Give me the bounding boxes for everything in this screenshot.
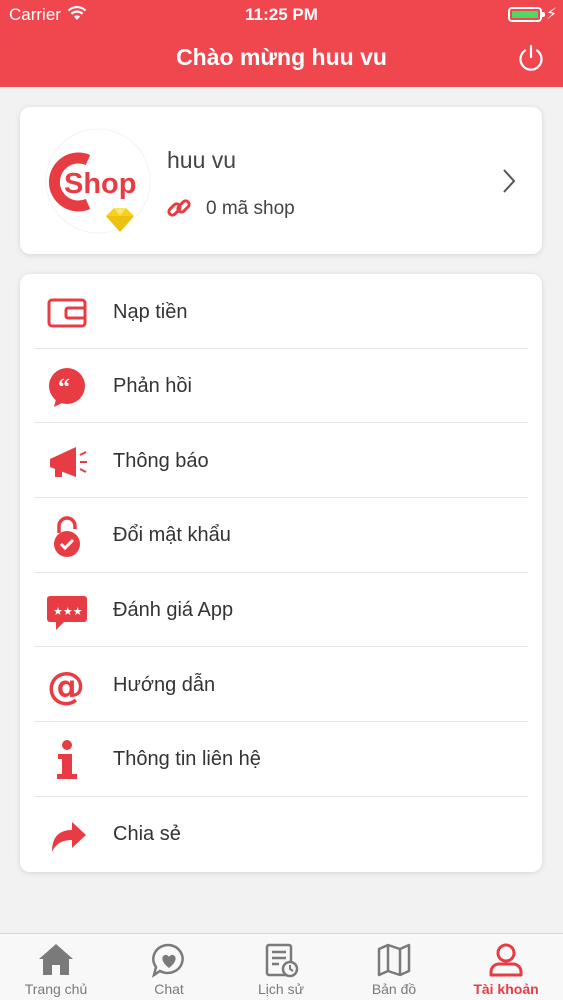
charging-icon: ⚡ xyxy=(546,6,558,23)
shop-count: 0 mã shop xyxy=(206,198,295,219)
menu-item-label: Hướng dẫn xyxy=(113,674,216,696)
home-icon xyxy=(39,944,73,975)
shop-logo: Shop xyxy=(45,128,151,234)
chevron-right-icon[interactable] xyxy=(498,166,518,196)
megaphone-icon xyxy=(50,447,87,477)
menu-item-label: Chia sẻ xyxy=(113,823,181,845)
power-icon[interactable] xyxy=(516,43,546,73)
tab-bar: Trang chủ Chat Lịch sử Bản đồ Tài khoản xyxy=(0,933,563,1000)
tab-label: Tài khoản xyxy=(473,981,539,997)
svg-text:★★★: ★★★ xyxy=(53,605,83,618)
tab-label: Trang chủ xyxy=(24,981,88,997)
profile-name: huu vu xyxy=(167,147,237,173)
tab-label: Chat xyxy=(154,981,184,997)
info-icon xyxy=(57,740,77,779)
tab-tai-khoan[interactable]: Tài khoản xyxy=(450,934,562,1000)
at-icon: @ xyxy=(47,665,85,707)
rating-icon: ★★★ xyxy=(47,596,87,630)
menu-item-label: Thông tin liên hệ xyxy=(113,748,261,770)
menu-item-nap-tien[interactable]: Nạp tiền xyxy=(20,275,542,349)
menu-item-label: Thông báo xyxy=(113,450,209,472)
status-bar: Carrier 11:25 PM ⚡ xyxy=(0,0,563,30)
menu-item-thong-tin-lien-he[interactable]: Thông tin liên hệ xyxy=(20,722,542,796)
map-icon xyxy=(377,943,411,977)
tab-label: Bản đồ xyxy=(371,981,417,997)
menu-item-label: Phản hồi xyxy=(113,375,192,397)
divider xyxy=(34,422,528,423)
chat-icon xyxy=(152,943,184,978)
battery-icon xyxy=(508,7,545,22)
menu-item-chia-se[interactable]: Chia sẻ xyxy=(20,797,542,871)
page-title: Chào mừng huu vu xyxy=(176,44,387,70)
top-bar: Carrier 11:25 PM ⚡ Chào mừng huu vu xyxy=(0,0,563,87)
menu-item-danh-gia-app[interactable]: ★★★ Đánh giá App xyxy=(20,573,542,647)
wallet-icon xyxy=(47,298,87,328)
clock: 11:25 PM xyxy=(245,5,318,24)
tab-lich-su[interactable]: Lịch sử xyxy=(225,934,337,1000)
menu-item-doi-mat-khau[interactable]: Đổi mật khẩu xyxy=(20,498,542,572)
feedback-icon: “ xyxy=(49,368,85,407)
svg-text:@: @ xyxy=(47,665,85,707)
menu-item-label: Đánh giá App xyxy=(113,599,234,621)
tab-label: Lịch sử xyxy=(258,981,304,997)
lock-icon xyxy=(54,516,80,557)
user-icon xyxy=(489,943,523,977)
tab-trang-chu[interactable]: Trang chủ xyxy=(0,934,112,1000)
svg-text:“: “ xyxy=(58,375,70,401)
logo-text: Shop xyxy=(64,168,137,200)
tab-chat[interactable]: Chat xyxy=(113,934,225,1000)
menu-item-label: Nạp tiền xyxy=(113,301,188,323)
divider xyxy=(34,646,528,647)
tab-ban-do[interactable]: Bản đồ xyxy=(338,934,450,1000)
menu-item-huong-dan[interactable]: @ Hướng dẫn xyxy=(20,648,542,722)
link-icon xyxy=(167,199,191,217)
menu-item-label: Đổi mật khẩu xyxy=(113,524,231,546)
menu-item-phan-hoi[interactable]: “ Phản hồi xyxy=(20,349,542,423)
menu-item-thong-bao[interactable]: Thông báo xyxy=(20,424,542,498)
share-icon xyxy=(52,822,86,852)
history-icon xyxy=(265,943,299,978)
